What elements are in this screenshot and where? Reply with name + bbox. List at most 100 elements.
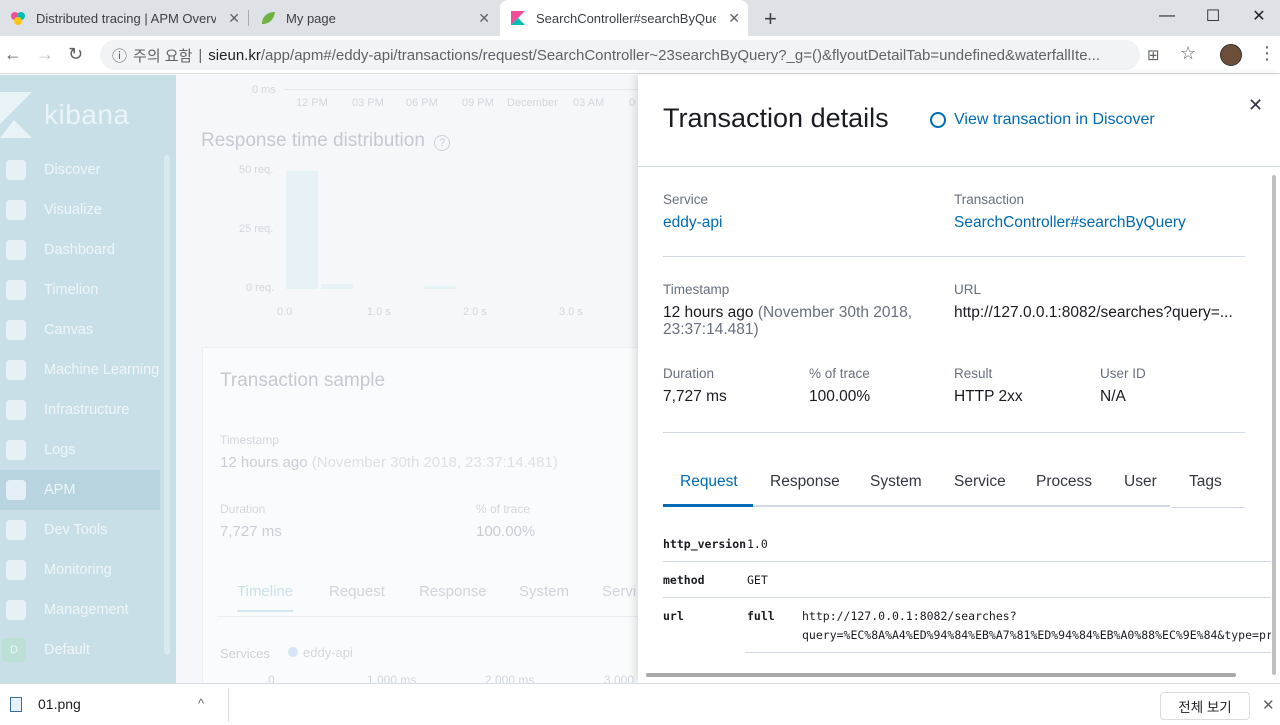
browser-menu-icon[interactable]: ⋮ (1258, 43, 1276, 64)
timestamp-relative: 12 hours ago (220, 454, 308, 471)
maximize-icon[interactable]: ☐ (1190, 0, 1236, 32)
duration-label: Duration (663, 366, 715, 381)
row-divider (663, 561, 1271, 562)
view-in-discover-link[interactable]: View transaction in Discover (930, 111, 1155, 129)
nav-timelion[interactable]: Timelion (0, 270, 160, 310)
sidebar-scrollbar[interactable] (164, 155, 170, 655)
nav-label: Timelion (44, 282, 99, 298)
kibana-multicolor-icon (11, 12, 25, 25)
timelion-icon (6, 280, 26, 300)
horizontal-scrollbar[interactable] (646, 673, 1236, 677)
nav-logs[interactable]: Logs (0, 430, 160, 470)
tab-service[interactable]: Servi (602, 583, 636, 600)
nav-label: Dashboard (44, 242, 115, 258)
new-tab-icon[interactable]: + (764, 6, 777, 32)
nav-dev-tools[interactable]: Dev Tools (0, 510, 160, 550)
url-bar[interactable]: ⓘ 주의 요함 | sieun.kr /app/apm#/eddy-api/tr… (100, 40, 1140, 70)
help-icon[interactable]: ? (434, 135, 451, 151)
tab-close-icon[interactable]: ✕ (728, 10, 740, 27)
vertical-scrollbar[interactable] (1272, 175, 1276, 675)
download-bar-close-icon[interactable]: ✕ (1262, 696, 1275, 714)
nav-discover[interactable]: Discover (0, 150, 160, 190)
user-id-value: N/A (1100, 388, 1126, 405)
histogram-bar[interactable] (286, 171, 318, 289)
timestamp-absolute: (November 30th 2018, (757, 304, 913, 321)
nav-monitoring[interactable]: Monitoring (0, 550, 160, 590)
address-toolbar: ← → ↻ ⓘ 주의 요함 | sieun.kr /app/apm#/eddy-… (0, 36, 1280, 74)
x-tick: 03 AM (573, 97, 605, 109)
browser-tab-my-page[interactable]: My page ✕ (250, 0, 498, 36)
canvas-icon (6, 320, 26, 340)
infrastructure-icon (6, 400, 26, 420)
security-warning-label[interactable]: 주의 요함 (133, 45, 192, 66)
download-item[interactable]: 01.png (10, 696, 81, 712)
nav-dashboard[interactable]: Dashboard (0, 230, 160, 270)
flyout-close-icon[interactable]: ✕ (1248, 95, 1263, 116)
tab-close-icon[interactable]: ✕ (228, 10, 240, 27)
tab-close-icon[interactable]: ✕ (478, 10, 490, 27)
active-tab-indicator (663, 504, 753, 507)
chevron-up-icon[interactable]: ^ (198, 696, 204, 711)
service-link[interactable]: eddy-api (663, 214, 722, 232)
duration-label: Duration (220, 502, 266, 516)
timeline-tick: 1,000 ms (367, 673, 417, 683)
response-distribution-title: Response time distribution ? (201, 130, 451, 152)
kibana-sidebar: kibana Discover Visualize Dashboard Time… (0, 75, 176, 683)
tab-process[interactable]: Process (1036, 473, 1092, 491)
reload-icon[interactable]: ↻ (68, 44, 83, 65)
timestamp-absolute: (November 30th 2018, 23:37:14.481) (311, 454, 558, 471)
tab-system[interactable]: System (519, 583, 569, 600)
timestamp-value: 12 hours ago (November 30th 2018, 23:37:… (663, 304, 912, 338)
tab-tags[interactable]: Tags (1189, 473, 1222, 491)
nav-visualize[interactable]: Visualize (0, 190, 160, 230)
info-icon[interactable]: ⓘ (112, 45, 127, 66)
url-path: /app/apm#/eddy-api/transactions/request/… (260, 46, 1101, 64)
tab-user[interactable]: User (1124, 473, 1157, 491)
trace-label: % of trace (809, 366, 870, 381)
bookmark-star-icon[interactable]: ☆ (1180, 43, 1196, 64)
flyout-title: Transaction details (663, 103, 889, 133)
download-divider (228, 688, 229, 722)
browser-tab-search-controller[interactable]: SearchController#searchByQuer ✕ (500, 0, 748, 36)
tab-request[interactable]: Request (329, 583, 385, 600)
kv-subkey: full (747, 609, 775, 623)
window-close-icon[interactable]: ✕ (1236, 0, 1280, 32)
trace-label: % of trace (476, 502, 531, 516)
nav-apm[interactable]: APM (0, 470, 160, 510)
tab-request[interactable]: Request (680, 473, 738, 491)
url-value: http://127.0.0.1:8082/searches?query=... (954, 304, 1233, 321)
histogram-bar[interactable] (321, 284, 353, 289)
download-bar: 01.png ^ 전체 보기 ✕ (0, 683, 1280, 725)
services-legend[interactable]: eddy-api (288, 645, 353, 660)
row-divider (663, 597, 1271, 598)
nav-default-space[interactable]: D Default (0, 630, 160, 670)
nav-management[interactable]: Management (0, 590, 160, 630)
transaction-link[interactable]: SearchController#searchByQuery (954, 214, 1186, 232)
forward-arrow-icon[interactable]: → (36, 44, 54, 65)
tab-service[interactable]: Service (954, 473, 1006, 491)
discover-link-label: View transaction in Discover (954, 111, 1155, 128)
services-label: Services (220, 646, 270, 661)
tab-system[interactable]: System (870, 473, 922, 491)
profile-avatar[interactable] (1220, 44, 1242, 66)
nav-machine-learning[interactable]: Machine Learning (0, 350, 160, 390)
nav-label: Infrastructure (44, 402, 130, 418)
timestamp-relative: 12 hours ago (663, 304, 754, 321)
tab-response[interactable]: Response (419, 583, 487, 600)
tab-response[interactable]: Response (770, 473, 840, 491)
tab-title: Distributed tracing | APM Overv (36, 10, 216, 26)
nav-infrastructure[interactable]: Infrastructure (0, 390, 160, 430)
histogram-bar[interactable] (424, 286, 456, 289)
result-value: HTTP 2xx (954, 388, 1023, 405)
nav-canvas[interactable]: Canvas (0, 310, 160, 350)
nav-label: Discover (44, 162, 101, 178)
kibana-brand[interactable]: kibana (0, 85, 130, 145)
show-all-downloads-button[interactable]: 전체 보기 (1160, 692, 1250, 720)
kv-key: method (663, 573, 705, 587)
minimize-icon[interactable]: — (1144, 0, 1190, 32)
back-arrow-icon[interactable]: ← (4, 44, 22, 65)
tab-timeline[interactable]: Timeline (237, 583, 294, 612)
duration-value: 7,727 ms (220, 523, 282, 540)
browser-tab-apm-overview[interactable]: Distributed tracing | APM Overv ✕ (0, 0, 248, 36)
translate-icon[interactable]: ⊞ (1147, 46, 1160, 64)
